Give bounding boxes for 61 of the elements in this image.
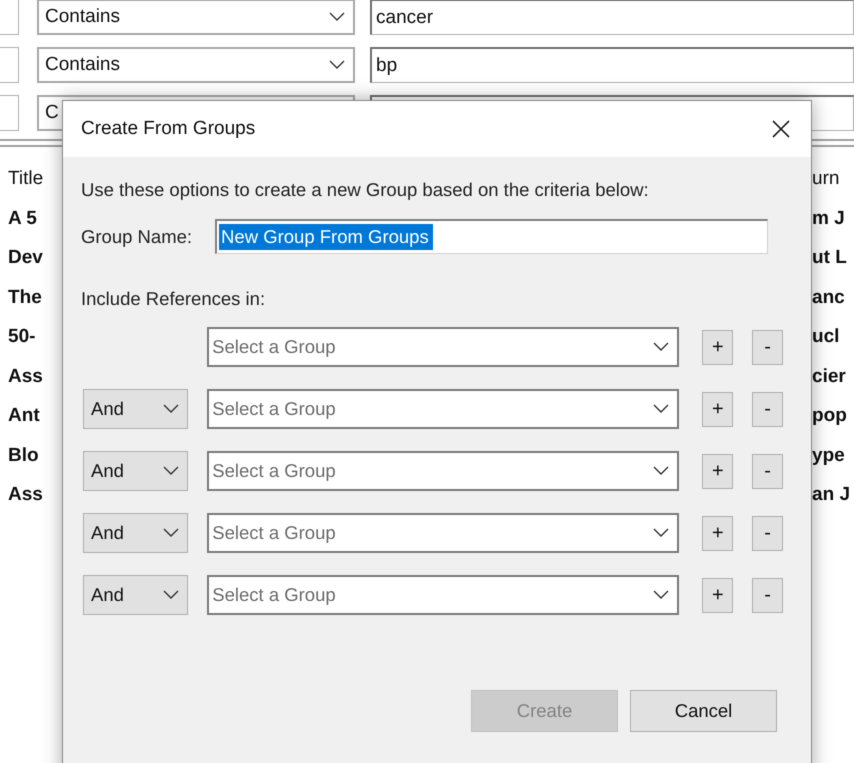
table-cell-text: Ass (7, 484, 43, 506)
column-header[interactable]: Title (0, 168, 44, 190)
group-dropdown[interactable]: Select a Group (207, 513, 680, 553)
group-dropdown[interactable]: Select a Group (207, 451, 680, 491)
chevron-down-icon (653, 466, 670, 476)
chevron-down-icon (329, 60, 345, 70)
intro-text: Use these options to create a new Group based on the criteria below: (81, 179, 650, 201)
chevron-down-icon (163, 404, 180, 414)
add-button[interactable]: + (702, 578, 734, 612)
cancel-button[interactable]: Cancel (630, 690, 777, 732)
chevron-down-icon (163, 528, 180, 538)
group-name-field[interactable]: New Group From Groups (215, 219, 768, 254)
remove-button[interactable]: - (752, 516, 783, 550)
field-edge[interactable] (0, 0, 19, 35)
table-cell-text: ype (812, 444, 846, 467)
table-cell-text: m J (812, 208, 846, 230)
table-cell-text: pop (812, 405, 848, 428)
table-cell-text: The (7, 286, 42, 309)
add-button[interactable]: + (702, 392, 734, 426)
group-name-label: Group Name: (81, 226, 192, 248)
operator-dropdown[interactable]: And (83, 513, 188, 553)
operator-dropdown[interactable]: Contains (37, 0, 355, 35)
table-cell-text: Dev (7, 247, 43, 270)
column-header[interactable]: urn (812, 168, 854, 190)
search-value-field[interactable]: cancer (370, 0, 854, 35)
remove-button[interactable]: - (752, 392, 783, 426)
chevron-down-icon (163, 466, 180, 476)
table-cell-text: 50- (7, 326, 36, 348)
table-cell-text: Blo (7, 444, 39, 467)
operator-dropdown[interactable]: Contains (37, 47, 355, 83)
add-button[interactable]: + (702, 516, 734, 550)
table-cell-text: ut L (812, 247, 848, 270)
table-cell-text: ucl (812, 326, 840, 348)
table-cell-text: A 5 (7, 208, 37, 230)
table-cell-text: Ant (7, 405, 40, 428)
group-dropdown[interactable]: Select a Group (207, 327, 680, 367)
chevron-down-icon (653, 404, 670, 414)
remove-button[interactable]: - (752, 454, 783, 488)
group-dropdown[interactable]: Select a Group (207, 389, 680, 429)
chevron-down-icon (329, 12, 345, 22)
add-button[interactable]: + (702, 330, 734, 364)
chevron-down-icon (653, 342, 670, 352)
remove-button[interactable]: - (752, 578, 783, 612)
group-dropdown[interactable]: Select a Group (207, 575, 680, 615)
operator-dropdown[interactable]: And (83, 389, 188, 429)
operator-dropdown[interactable]: And (83, 451, 188, 491)
field-edge[interactable] (0, 95, 19, 131)
table-cell-text: cier (812, 366, 847, 388)
include-label: Include References in: (81, 288, 266, 310)
table-cell-text: Ass (7, 366, 43, 388)
field-edge[interactable] (0, 47, 19, 83)
table-cell-text: an J (812, 484, 852, 506)
remove-button[interactable]: - (752, 330, 783, 364)
chevron-down-icon (653, 528, 670, 538)
search-value-field[interactable]: bp (370, 47, 854, 83)
chevron-down-icon (163, 590, 180, 600)
chevron-down-icon (653, 590, 670, 600)
dialog-title: Create From Groups (81, 118, 256, 140)
table-cell-text: anc (812, 286, 846, 309)
add-button[interactable]: + (702, 454, 734, 488)
operator-dropdown[interactable]: And (83, 575, 188, 615)
